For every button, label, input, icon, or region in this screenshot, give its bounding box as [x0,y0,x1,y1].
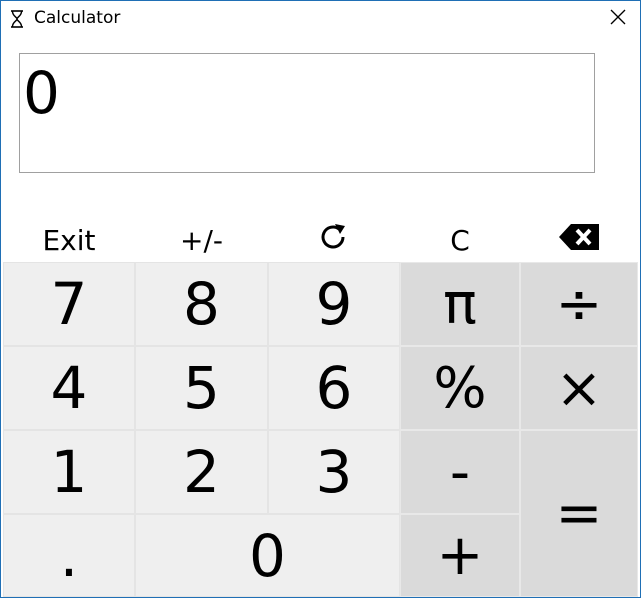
equals-label: = [555,481,603,546]
refresh-icon [318,222,350,259]
decimal-point-label: . [59,522,79,590]
key-6[interactable]: 6 [268,346,400,430]
plus-key[interactable]: + [400,514,520,597]
key-8[interactable]: 8 [135,262,268,346]
key-4-label: 4 [50,354,88,422]
window-title: Calculator [34,8,121,28]
key-2-label: 2 [183,438,220,506]
divide-key[interactable]: ÷ [520,262,638,346]
key-9-label: 9 [315,270,353,338]
calculator-window: Calculator 0 Exit +/- C 7 8 9 4 5 6 1 2 … [0,0,641,598]
close-button[interactable] [597,1,639,37]
key-9[interactable]: 9 [268,262,400,346]
equals-key[interactable]: = [520,430,638,597]
key-0-label: 0 [249,521,286,590]
minus-key[interactable]: - [400,430,520,514]
key-5-label: 5 [183,354,220,422]
display-value: 0 [23,59,60,127]
key-5[interactable]: 5 [135,346,268,430]
multiply-label: × [555,355,603,421]
clear-label: C [450,223,470,257]
multiply-key[interactable]: × [520,346,638,430]
refresh-button[interactable] [268,218,400,262]
result-display: 0 [19,53,595,173]
decimal-point-key[interactable]: . [3,514,135,597]
sign-toggle-button[interactable]: +/- [135,218,268,262]
key-0[interactable]: 0 [135,514,400,597]
clear-button[interactable]: C [400,218,520,262]
divide-label: ÷ [555,271,603,337]
key-8-label: 8 [183,270,220,338]
exit-button[interactable]: Exit [3,218,135,262]
plus-label: + [436,523,484,588]
key-2[interactable]: 2 [135,430,268,514]
percent-label: % [433,355,487,421]
key-6-label: 6 [315,354,353,422]
key-4[interactable]: 4 [3,346,135,430]
key-1-label: 1 [50,438,88,506]
hourglass-icon [10,10,24,28]
backspace-icon [557,222,601,259]
key-1[interactable]: 1 [3,430,135,514]
close-icon [610,9,626,29]
title-bar: Calculator [1,1,640,37]
key-3-label: 3 [315,438,353,506]
percent-key[interactable]: % [400,346,520,430]
sign-toggle-label: +/- [180,223,223,257]
key-3[interactable]: 3 [268,430,400,514]
key-7[interactable]: 7 [3,262,135,346]
exit-label: Exit [42,223,96,257]
key-7-label: 7 [50,270,88,338]
backspace-button[interactable] [520,218,638,262]
pi-key[interactable]: π [400,262,520,346]
minus-label: - [449,439,471,505]
pi-label: π [443,271,477,337]
